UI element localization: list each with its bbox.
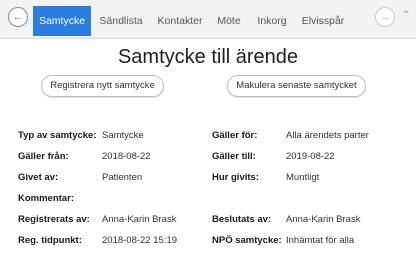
reg-time-value: 2018-08-22 15:19 <box>102 235 178 246</box>
chevron-up-icon[interactable]: ⌃ <box>401 9 411 21</box>
given-by-value: Patienten <box>102 172 143 183</box>
comment-label: Kommentar: <box>18 193 74 204</box>
revoke-consent-button[interactable]: Makulera senaste samtycket <box>227 75 366 97</box>
tab-kontakter[interactable]: Kontakter <box>153 9 207 33</box>
reg-time-label: Reg. tidpunkt: <box>18 235 82 246</box>
tab-inkorg[interactable]: Inkorg <box>252 9 292 33</box>
register-consent-button[interactable]: Registrera nytt samtycke <box>41 75 164 97</box>
tab-samtycke[interactable]: Samtycke <box>33 6 91 36</box>
how-given-label: Hur givits: <box>212 172 259 183</box>
given-by-label: Givet av: <box>18 172 59 183</box>
valid-to-label: Gäller till: <box>212 151 256 162</box>
registered-by-value: Anna-Karin Brask <box>102 214 177 225</box>
consent-type-value: Samtycke <box>102 130 144 141</box>
valid-from-label: Gäller från: <box>18 151 69 162</box>
forward-arrow-icon[interactable]: → <box>375 7 395 27</box>
npo-consent-value: Inhämtat för alla <box>286 235 355 246</box>
tab-mote[interactable]: Möte <box>212 9 246 33</box>
consent-type-label: Typ av samtycke: <box>18 130 97 141</box>
back-arrow-icon[interactable]: ← <box>8 7 28 27</box>
valid-from-value: 2018-08-22 <box>102 151 151 162</box>
registered-by-label: Registrerats av: <box>18 214 90 225</box>
decided-by-value: Anna-Karin Brask <box>286 214 361 225</box>
tab-sandlista[interactable]: Sändlista <box>95 9 147 33</box>
page-title: Samtycke till ärende <box>117 46 299 68</box>
valid-to-value: 2019-08-22 <box>286 151 335 162</box>
decided-by-label: Beslutats av: <box>212 214 272 225</box>
how-given-value: Muntligt <box>286 172 320 183</box>
applies-to-label: Gäller för: <box>212 130 258 141</box>
npo-consent-label: NPÖ samtycke: <box>212 235 282 246</box>
applies-to-value: Alla ärendets parter <box>286 130 369 141</box>
tab-elvisspar[interactable]: Elvisspår <box>296 9 350 33</box>
tab-bar: ← Samtycke Sändlista Kontakter Möte Inko… <box>0 0 416 39</box>
